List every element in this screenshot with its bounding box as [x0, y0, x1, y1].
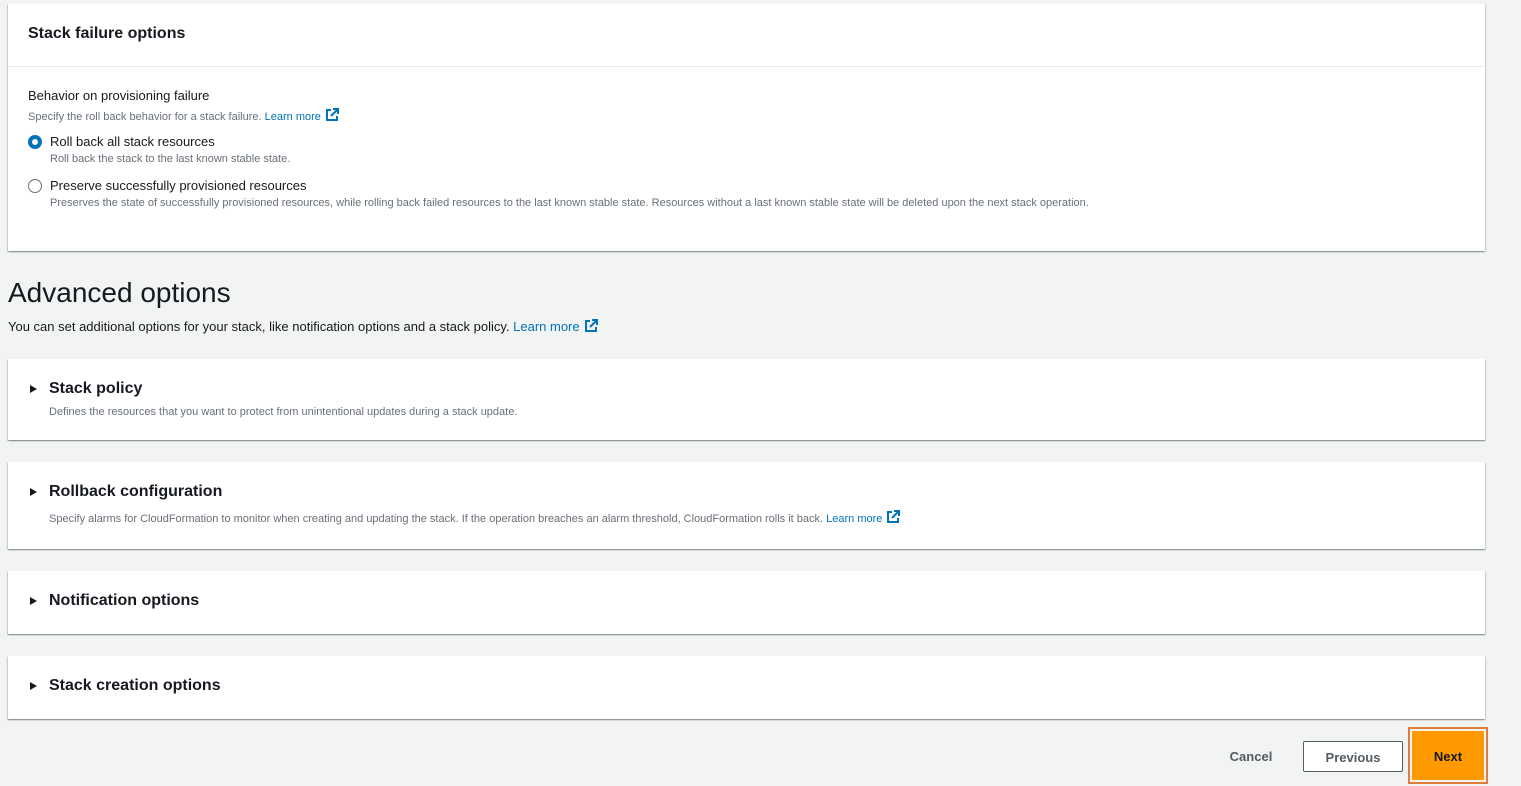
rollback-configuration-toggle[interactable]: Rollback configuration — [30, 482, 222, 502]
external-link-icon — [886, 510, 901, 529]
section-description-text: Specify alarms for CloudFormation to mon… — [49, 513, 824, 525]
radio-rollback-all[interactable] — [28, 135, 42, 149]
field-description-text: Specify the roll back behavior for a sta… — [28, 111, 262, 123]
advanced-description-text: You can set additional options for your … — [8, 319, 510, 334]
radio-description: Roll back the stack to the last known st… — [50, 153, 291, 165]
radio-option-rollback-all[interactable]: Roll back all stack resources Roll back … — [28, 133, 1465, 167]
advanced-options-title: Advanced options — [8, 277, 231, 308]
radio-option-preserve[interactable]: Preserve successfully provisioned resour… — [28, 177, 1465, 211]
learn-more-label: Learn more — [264, 111, 321, 123]
cancel-button[interactable]: Cancel — [1215, 741, 1287, 772]
section-title[interactable]: Rollback configuration — [49, 482, 222, 502]
radio-preserve[interactable] — [28, 179, 42, 193]
learn-more-link[interactable]: Learn more — [826, 510, 901, 525]
caret-right-icon — [30, 682, 37, 690]
previous-button[interactable]: Previous — [1303, 741, 1403, 772]
caret-right-icon — [30, 385, 37, 393]
stack-creation-options-section[interactable]: Stack creation options — [8, 656, 1485, 719]
stack-policy-toggle[interactable]: Stack policy — [30, 379, 142, 399]
advanced-options-description: You can set additional options for your … — [8, 318, 598, 338]
radio-description: Preserves the state of successfully prov… — [50, 197, 1089, 209]
field-label: Behavior on provisioning failure — [28, 88, 210, 103]
section-description: Specify alarms for CloudFormation to mon… — [49, 510, 901, 529]
rollback-configuration-section[interactable]: Rollback configuration Specify alarms fo… — [8, 462, 1485, 549]
learn-more-link[interactable]: Learn more — [513, 319, 598, 334]
caret-right-icon — [30, 488, 37, 496]
stack-policy-section[interactable]: Stack policy Defines the resources that … — [8, 359, 1485, 440]
field-description: Specify the roll back behavior for a sta… — [28, 108, 1465, 127]
page-gutter — [1486, 0, 1521, 786]
advanced-options-header: Advanced options You can set additional … — [8, 277, 598, 338]
panel-header: Stack failure options — [8, 4, 1485, 67]
notification-options-toggle[interactable]: Notification options — [30, 591, 199, 611]
stack-failure-options-panel: Stack failure options Behavior on provis… — [8, 4, 1485, 251]
external-link-icon — [584, 319, 598, 338]
section-title[interactable]: Stack creation options — [49, 676, 221, 696]
panel-body: Behavior on provisioning failure Specify… — [8, 67, 1485, 211]
learn-more-label: Learn more — [513, 319, 580, 334]
learn-more-link[interactable]: Learn more — [264, 108, 339, 123]
learn-more-label: Learn more — [826, 513, 883, 525]
section-description: Defines the resources that you want to p… — [49, 406, 518, 418]
radio-label[interactable]: Preserve successfully provisioned resour… — [50, 177, 1465, 195]
section-title[interactable]: Notification options — [49, 591, 199, 611]
notification-options-section[interactable]: Notification options — [8, 571, 1485, 634]
caret-right-icon — [30, 597, 37, 605]
external-link-icon — [325, 108, 339, 127]
panel-title: Stack failure options — [28, 25, 186, 42]
next-button[interactable]: Next — [1412, 731, 1484, 780]
section-title[interactable]: Stack policy — [49, 379, 142, 399]
radio-label[interactable]: Roll back all stack resources — [50, 133, 1465, 151]
stack-creation-options-toggle[interactable]: Stack creation options — [30, 676, 221, 696]
